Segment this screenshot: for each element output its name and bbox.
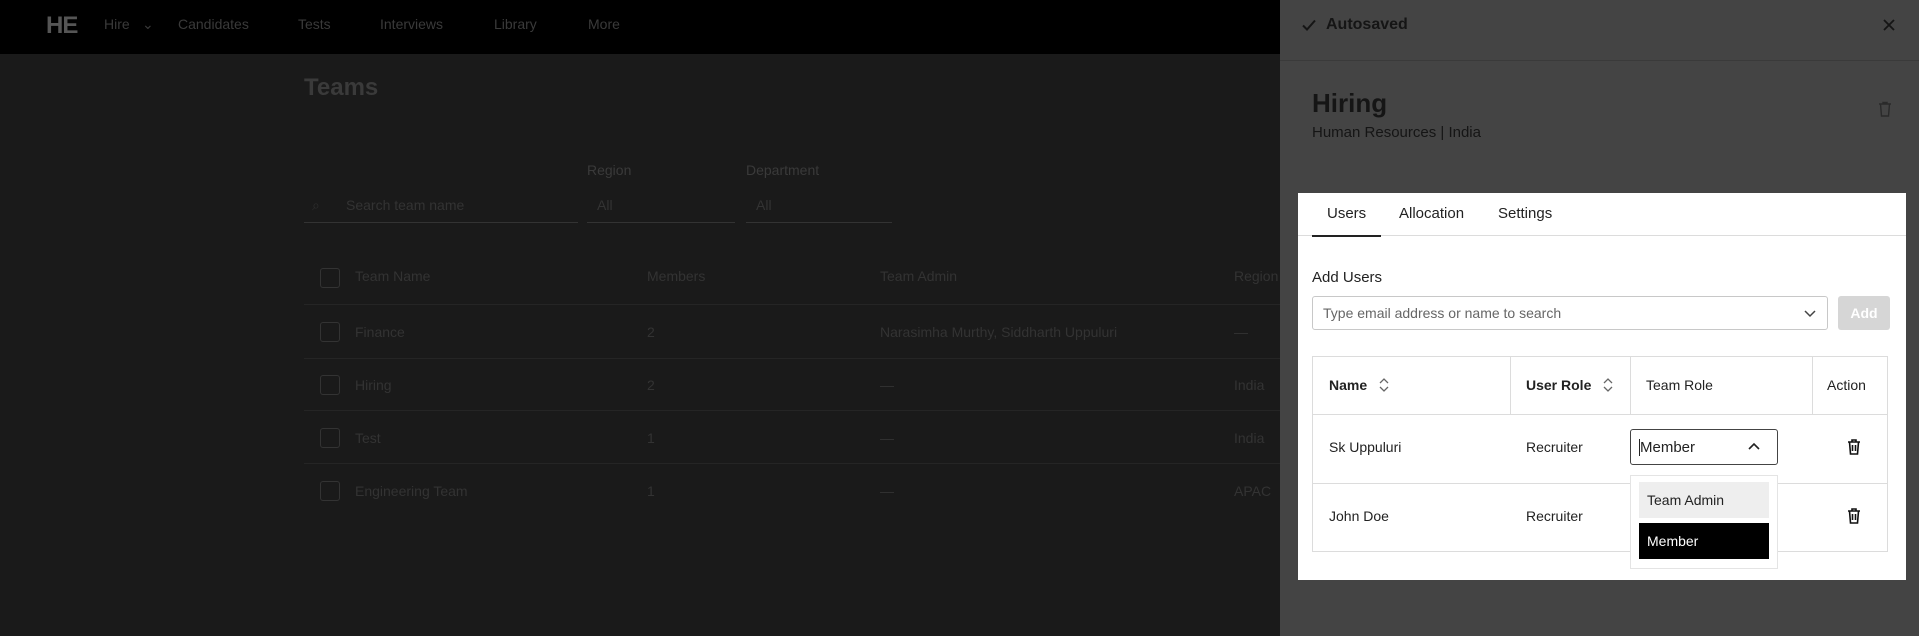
team-role-menu: Team Admin Member [1630, 475, 1778, 569]
nav-more[interactable]: More [588, 16, 620, 32]
sort-icon[interactable] [1603, 377, 1613, 393]
row-checkbox[interactable] [320, 322, 340, 342]
region-label: Region [587, 162, 632, 178]
team-detail-card: Users Allocation Settings Add Users Type… [1298, 193, 1906, 580]
department-label: Department [746, 162, 820, 178]
tab-allocation[interactable]: Allocation [1399, 193, 1464, 235]
team-title: Hiring [1312, 88, 1388, 118]
table-cell-region: India [1234, 377, 1265, 393]
user-search-input[interactable]: Type email address or name to search [1312, 296, 1828, 330]
check-icon [1302, 19, 1316, 31]
department-value: All [756, 197, 772, 213]
trash-icon[interactable] [1846, 438, 1862, 456]
row-checkbox[interactable] [320, 375, 340, 395]
table-cell-name: Sk Uppuluri [1329, 439, 1402, 455]
department-select[interactable]: All [746, 188, 892, 223]
row-checkbox[interactable] [320, 481, 340, 501]
row-divider [1313, 483, 1887, 484]
team-meta: Human Resources | India [1312, 124, 1481, 141]
region-select[interactable]: All [587, 188, 735, 223]
table-cell-team-name[interactable]: Hiring [355, 377, 392, 393]
add-users-label: Add Users [1312, 269, 1383, 286]
column-divider [1812, 357, 1813, 414]
table-cell-user-role: Recruiter [1526, 508, 1583, 524]
nav-tests[interactable]: Tests [298, 16, 331, 32]
page-title: Teams [304, 74, 379, 101]
column-members: Members [647, 268, 706, 284]
table-cell-name: John Doe [1329, 508, 1389, 524]
row-divider [304, 304, 1280, 305]
table-cell-members: 1 [647, 430, 655, 446]
region-value: All [597, 197, 613, 213]
tab-users[interactable]: Users [1312, 193, 1382, 237]
row-checkbox[interactable] [320, 428, 340, 448]
teams-page-backdrop [0, 54, 1280, 636]
table-cell-team-name[interactable]: Test [355, 430, 381, 446]
tab-bar: Users Allocation Settings [1298, 193, 1906, 237]
nav-candidates[interactable]: Candidates [178, 16, 249, 32]
autosaved-status: Autosaved [1326, 16, 1408, 33]
table-cell-team-admin: — [880, 483, 894, 499]
option-member[interactable]: Member [1639, 523, 1769, 559]
nav-library[interactable]: Library [494, 16, 537, 32]
row-divider [1313, 414, 1887, 415]
nav-interviews[interactable]: Interviews [380, 16, 443, 32]
column-divider [1630, 357, 1631, 414]
close-icon[interactable] [1880, 16, 1898, 34]
table-cell-team-admin: — [880, 377, 894, 393]
sort-icon[interactable] [1379, 377, 1389, 393]
team-search-input[interactable]: ⌕ Search team name [304, 188, 578, 223]
tab-settings[interactable]: Settings [1498, 193, 1552, 235]
search-placeholder: Type email address or name to search [1323, 305, 1562, 321]
chevron-up-icon[interactable] [1747, 440, 1761, 454]
drawer-header: Autosaved [1280, 0, 1919, 61]
table-cell-team-name[interactable]: Engineering Team [355, 483, 468, 499]
header-name[interactable]: Name [1329, 357, 1367, 414]
app-logo: HE [46, 12, 78, 39]
table-cell-user-role: Recruiter [1526, 439, 1583, 455]
table-cell-members: 2 [647, 377, 655, 393]
table-cell-members: 2 [647, 324, 655, 340]
header-action: Action [1827, 377, 1866, 393]
row-divider [304, 358, 1280, 359]
column-region: Region [1234, 268, 1279, 284]
team-role-select[interactable]: Member [1630, 429, 1778, 465]
delete-team-icon[interactable] [1876, 100, 1894, 118]
column-team-name: Team Name [355, 268, 431, 284]
table-cell-team-admin: Narasimha Murthy, Siddharth Uppuluri [880, 324, 1118, 340]
chevron-down-icon: ⌄ [142, 16, 154, 32]
team-role-value: Member [1640, 439, 1696, 456]
search-icon: ⌕ [312, 197, 320, 213]
column-divider [1510, 357, 1511, 414]
add-user-button[interactable]: Add [1838, 296, 1890, 330]
table-cell-members: 1 [647, 483, 655, 499]
team-users-table: Name User Role Team Role Action Sk Uppul… [1312, 356, 1888, 552]
row-divider [304, 410, 1280, 411]
nav-hire[interactable]: Hire [104, 16, 130, 32]
header-user-role[interactable]: User Role [1526, 357, 1591, 414]
search-placeholder: Search team name [346, 197, 465, 213]
chevron-down-icon[interactable] [1803, 306, 1817, 320]
select-all-checkbox[interactable] [320, 268, 340, 288]
column-team-admin: Team Admin [880, 268, 958, 284]
table-cell-region: APAC [1234, 483, 1272, 499]
table-cell-region: — [1234, 324, 1248, 340]
table-cell-team-name[interactable]: Finance [355, 324, 405, 340]
option-team-admin[interactable]: Team Admin [1639, 482, 1769, 518]
row-divider [304, 463, 1280, 464]
trash-icon[interactable] [1846, 507, 1862, 525]
table-cell-team-admin: — [880, 430, 894, 446]
header-team-role: Team Role [1646, 377, 1713, 393]
table-cell-region: India [1234, 430, 1265, 446]
